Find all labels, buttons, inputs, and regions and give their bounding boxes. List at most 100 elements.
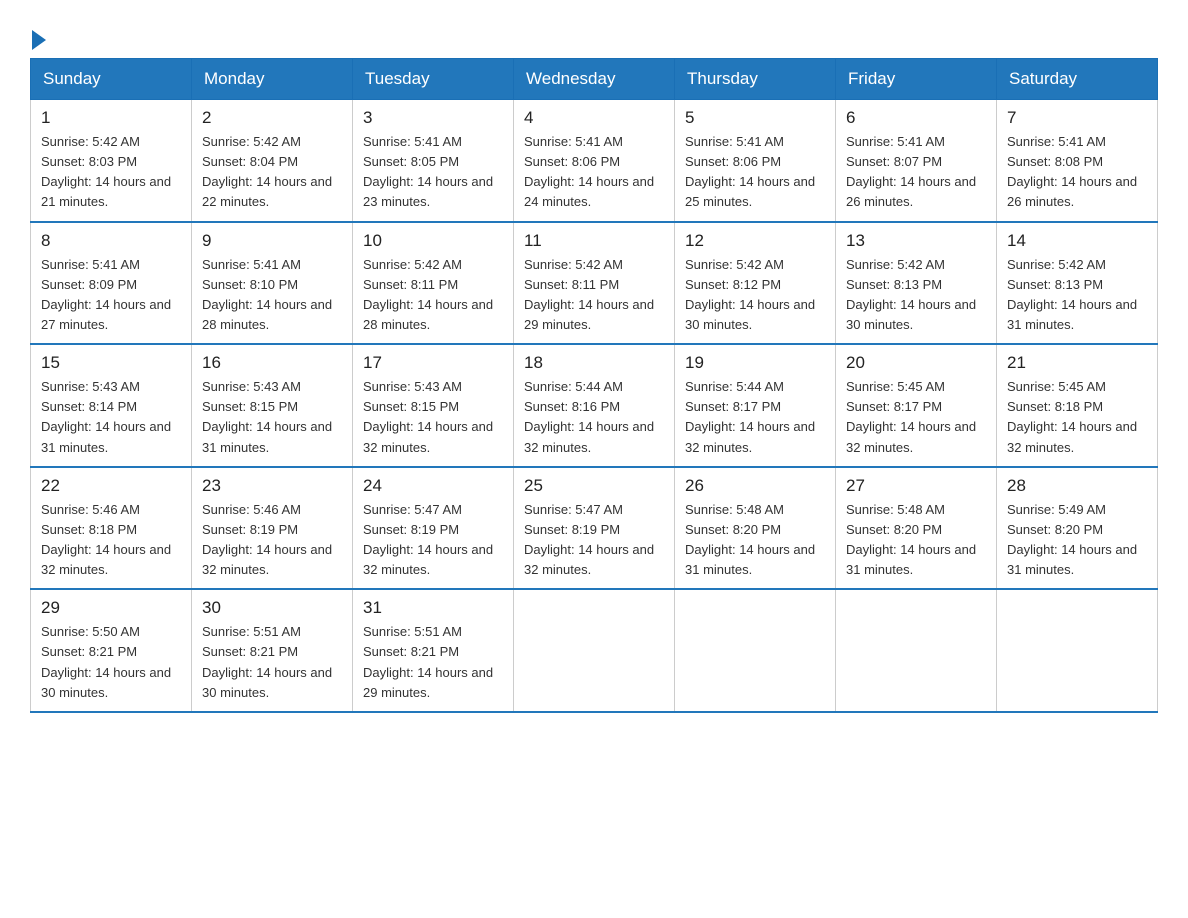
calendar-header-wednesday: Wednesday: [514, 59, 675, 100]
calendar-cell: 16 Sunrise: 5:43 AM Sunset: 8:15 PM Dayl…: [192, 344, 353, 467]
calendar-header-monday: Monday: [192, 59, 353, 100]
day-info: Sunrise: 5:47 AM Sunset: 8:19 PM Dayligh…: [524, 500, 664, 581]
logo: [30, 30, 46, 48]
calendar-cell: 17 Sunrise: 5:43 AM Sunset: 8:15 PM Dayl…: [353, 344, 514, 467]
day-number: 4: [524, 108, 664, 128]
calendar-week-row: 1 Sunrise: 5:42 AM Sunset: 8:03 PM Dayli…: [31, 100, 1158, 222]
day-number: 14: [1007, 231, 1147, 251]
day-number: 23: [202, 476, 342, 496]
day-info: Sunrise: 5:42 AM Sunset: 8:03 PM Dayligh…: [41, 132, 181, 213]
day-info: Sunrise: 5:46 AM Sunset: 8:19 PM Dayligh…: [202, 500, 342, 581]
day-info: Sunrise: 5:41 AM Sunset: 8:09 PM Dayligh…: [41, 255, 181, 336]
day-number: 19: [685, 353, 825, 373]
day-number: 16: [202, 353, 342, 373]
calendar-cell: 27 Sunrise: 5:48 AM Sunset: 8:20 PM Dayl…: [836, 467, 997, 590]
day-number: 9: [202, 231, 342, 251]
day-number: 20: [846, 353, 986, 373]
day-number: 26: [685, 476, 825, 496]
calendar-week-row: 22 Sunrise: 5:46 AM Sunset: 8:18 PM Dayl…: [31, 467, 1158, 590]
calendar-header-thursday: Thursday: [675, 59, 836, 100]
calendar-header-saturday: Saturday: [997, 59, 1158, 100]
calendar-cell: 1 Sunrise: 5:42 AM Sunset: 8:03 PM Dayli…: [31, 100, 192, 222]
day-info: Sunrise: 5:41 AM Sunset: 8:07 PM Dayligh…: [846, 132, 986, 213]
day-number: 12: [685, 231, 825, 251]
day-info: Sunrise: 5:43 AM Sunset: 8:15 PM Dayligh…: [363, 377, 503, 458]
day-info: Sunrise: 5:45 AM Sunset: 8:18 PM Dayligh…: [1007, 377, 1147, 458]
page-header: [30, 20, 1158, 48]
day-number: 7: [1007, 108, 1147, 128]
calendar-week-row: 15 Sunrise: 5:43 AM Sunset: 8:14 PM Dayl…: [31, 344, 1158, 467]
calendar-cell: 26 Sunrise: 5:48 AM Sunset: 8:20 PM Dayl…: [675, 467, 836, 590]
day-number: 3: [363, 108, 503, 128]
day-number: 8: [41, 231, 181, 251]
day-number: 31: [363, 598, 503, 618]
day-number: 30: [202, 598, 342, 618]
day-number: 25: [524, 476, 664, 496]
calendar-cell: 11 Sunrise: 5:42 AM Sunset: 8:11 PM Dayl…: [514, 222, 675, 345]
calendar-header-friday: Friday: [836, 59, 997, 100]
calendar-cell: 12 Sunrise: 5:42 AM Sunset: 8:12 PM Dayl…: [675, 222, 836, 345]
calendar-cell: [997, 589, 1158, 712]
day-info: Sunrise: 5:41 AM Sunset: 8:05 PM Dayligh…: [363, 132, 503, 213]
day-info: Sunrise: 5:47 AM Sunset: 8:19 PM Dayligh…: [363, 500, 503, 581]
day-number: 5: [685, 108, 825, 128]
calendar-table: SundayMondayTuesdayWednesdayThursdayFrid…: [30, 58, 1158, 713]
calendar-cell: 3 Sunrise: 5:41 AM Sunset: 8:05 PM Dayli…: [353, 100, 514, 222]
day-info: Sunrise: 5:49 AM Sunset: 8:20 PM Dayligh…: [1007, 500, 1147, 581]
calendar-cell: 30 Sunrise: 5:51 AM Sunset: 8:21 PM Dayl…: [192, 589, 353, 712]
day-number: 28: [1007, 476, 1147, 496]
calendar-cell: 22 Sunrise: 5:46 AM Sunset: 8:18 PM Dayl…: [31, 467, 192, 590]
calendar-week-row: 29 Sunrise: 5:50 AM Sunset: 8:21 PM Dayl…: [31, 589, 1158, 712]
calendar-cell: 6 Sunrise: 5:41 AM Sunset: 8:07 PM Dayli…: [836, 100, 997, 222]
day-number: 17: [363, 353, 503, 373]
calendar-header-sunday: Sunday: [31, 59, 192, 100]
calendar-cell: 20 Sunrise: 5:45 AM Sunset: 8:17 PM Dayl…: [836, 344, 997, 467]
day-info: Sunrise: 5:42 AM Sunset: 8:12 PM Dayligh…: [685, 255, 825, 336]
day-info: Sunrise: 5:50 AM Sunset: 8:21 PM Dayligh…: [41, 622, 181, 703]
day-number: 11: [524, 231, 664, 251]
day-info: Sunrise: 5:48 AM Sunset: 8:20 PM Dayligh…: [685, 500, 825, 581]
day-number: 13: [846, 231, 986, 251]
calendar-cell: [514, 589, 675, 712]
day-info: Sunrise: 5:42 AM Sunset: 8:04 PM Dayligh…: [202, 132, 342, 213]
day-info: Sunrise: 5:48 AM Sunset: 8:20 PM Dayligh…: [846, 500, 986, 581]
day-info: Sunrise: 5:44 AM Sunset: 8:16 PM Dayligh…: [524, 377, 664, 458]
calendar-header-row: SundayMondayTuesdayWednesdayThursdayFrid…: [31, 59, 1158, 100]
day-number: 21: [1007, 353, 1147, 373]
day-info: Sunrise: 5:41 AM Sunset: 8:06 PM Dayligh…: [524, 132, 664, 213]
calendar-cell: 24 Sunrise: 5:47 AM Sunset: 8:19 PM Dayl…: [353, 467, 514, 590]
day-number: 18: [524, 353, 664, 373]
calendar-cell: 28 Sunrise: 5:49 AM Sunset: 8:20 PM Dayl…: [997, 467, 1158, 590]
day-number: 15: [41, 353, 181, 373]
calendar-cell: 21 Sunrise: 5:45 AM Sunset: 8:18 PM Dayl…: [997, 344, 1158, 467]
calendar-cell: 29 Sunrise: 5:50 AM Sunset: 8:21 PM Dayl…: [31, 589, 192, 712]
calendar-cell: 5 Sunrise: 5:41 AM Sunset: 8:06 PM Dayli…: [675, 100, 836, 222]
calendar-cell: 4 Sunrise: 5:41 AM Sunset: 8:06 PM Dayli…: [514, 100, 675, 222]
calendar-cell: [836, 589, 997, 712]
day-info: Sunrise: 5:44 AM Sunset: 8:17 PM Dayligh…: [685, 377, 825, 458]
calendar-cell: 25 Sunrise: 5:47 AM Sunset: 8:19 PM Dayl…: [514, 467, 675, 590]
calendar-cell: 15 Sunrise: 5:43 AM Sunset: 8:14 PM Dayl…: [31, 344, 192, 467]
day-info: Sunrise: 5:41 AM Sunset: 8:10 PM Dayligh…: [202, 255, 342, 336]
day-info: Sunrise: 5:51 AM Sunset: 8:21 PM Dayligh…: [363, 622, 503, 703]
calendar-cell: 23 Sunrise: 5:46 AM Sunset: 8:19 PM Dayl…: [192, 467, 353, 590]
day-number: 2: [202, 108, 342, 128]
day-info: Sunrise: 5:51 AM Sunset: 8:21 PM Dayligh…: [202, 622, 342, 703]
calendar-cell: 14 Sunrise: 5:42 AM Sunset: 8:13 PM Dayl…: [997, 222, 1158, 345]
day-info: Sunrise: 5:45 AM Sunset: 8:17 PM Dayligh…: [846, 377, 986, 458]
calendar-cell: 31 Sunrise: 5:51 AM Sunset: 8:21 PM Dayl…: [353, 589, 514, 712]
calendar-cell: 13 Sunrise: 5:42 AM Sunset: 8:13 PM Dayl…: [836, 222, 997, 345]
day-info: Sunrise: 5:42 AM Sunset: 8:11 PM Dayligh…: [363, 255, 503, 336]
calendar-cell: 19 Sunrise: 5:44 AM Sunset: 8:17 PM Dayl…: [675, 344, 836, 467]
day-info: Sunrise: 5:42 AM Sunset: 8:11 PM Dayligh…: [524, 255, 664, 336]
day-info: Sunrise: 5:42 AM Sunset: 8:13 PM Dayligh…: [846, 255, 986, 336]
day-info: Sunrise: 5:43 AM Sunset: 8:15 PM Dayligh…: [202, 377, 342, 458]
day-number: 6: [846, 108, 986, 128]
day-number: 24: [363, 476, 503, 496]
day-number: 22: [41, 476, 181, 496]
day-number: 1: [41, 108, 181, 128]
day-number: 27: [846, 476, 986, 496]
calendar-header-tuesday: Tuesday: [353, 59, 514, 100]
day-info: Sunrise: 5:41 AM Sunset: 8:08 PM Dayligh…: [1007, 132, 1147, 213]
calendar-cell: 7 Sunrise: 5:41 AM Sunset: 8:08 PM Dayli…: [997, 100, 1158, 222]
